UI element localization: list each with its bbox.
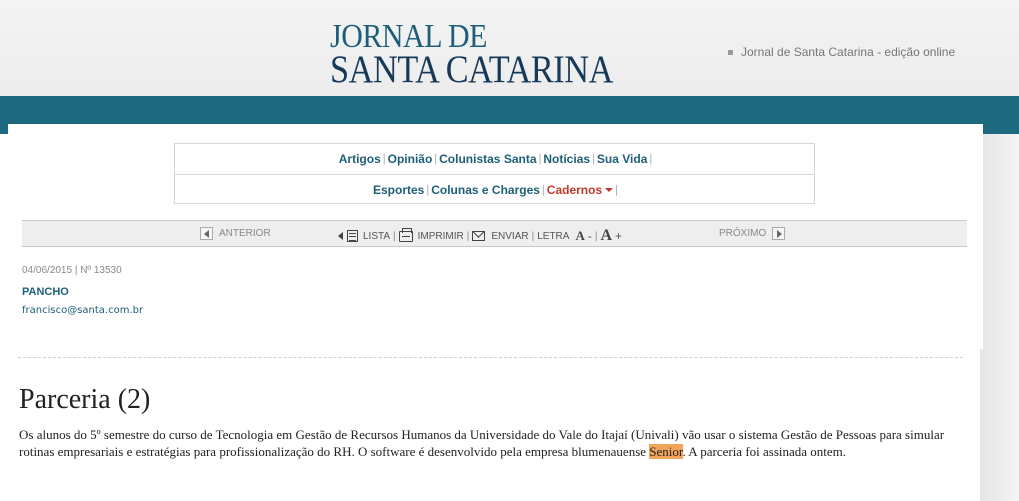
edition-link[interactable]: Jornal de Santa Catarina - edição online — [728, 45, 955, 59]
nav-sua-vida[interactable]: Sua Vida — [595, 152, 649, 166]
logo-line-2: SANTA CATARINA — [330, 48, 613, 91]
previous-button[interactable]: ANTERIOR — [200, 227, 271, 240]
nav-cadernos-dropdown[interactable]: Cadernos — [545, 183, 615, 197]
nav-artigos[interactable]: Artigos — [337, 152, 383, 166]
back-arrow-icon — [338, 232, 343, 240]
send-label: ENVIAR — [491, 230, 529, 242]
printer-icon — [398, 227, 413, 242]
nav-cadernos-label: Cadernos — [546, 182, 603, 197]
send-button[interactable]: ENVIAR — [472, 230, 529, 242]
article-title: Parceria (2) — [19, 384, 151, 415]
chevron-down-icon — [605, 188, 614, 193]
nav-row-1: Artigos | Opinião | Colunistas Santa | Notí… — [337, 152, 653, 166]
font-small-glyph: A — [575, 228, 585, 243]
decrease-font-button[interactable]: A - — [575, 228, 591, 244]
list-label: LISTA — [363, 230, 391, 242]
font-large-glyph: A — [600, 227, 613, 244]
list-button[interactable]: LISTA — [347, 230, 390, 242]
mail-icon — [472, 231, 486, 241]
font-plus-glyph: + — [615, 229, 623, 243]
masthead: JORNAL DE SANTA CATARINA Jornal de Santa… — [0, 0, 1019, 96]
arrow-right-icon — [772, 227, 786, 240]
font-size-label: LETRA — [537, 230, 570, 242]
next-label: PRÓXIMO — [719, 228, 767, 239]
nav-colunistas-santa[interactable]: Colunistas Santa — [437, 152, 538, 166]
article-toolbar: ANTERIOR LISTA | IMPRIMIR | ENVIAR | LET… — [22, 220, 967, 247]
arrow-left-icon — [200, 227, 213, 240]
edition-link-label: Jornal de Santa Catarina - edição online — [741, 45, 956, 59]
nav-colunas-e-charges[interactable]: Colunas e Charges — [429, 183, 542, 197]
search-highlight: Senior — [649, 444, 683, 459]
previous-label: ANTERIOR — [219, 228, 271, 239]
author-email[interactable]: francisco@santa.com.br — [22, 305, 143, 316]
bullet-icon — [728, 50, 733, 56]
font-minus-glyph: - — [587, 229, 592, 243]
list-icon — [347, 230, 358, 242]
content-panel-lower — [0, 349, 980, 501]
article-date-edition: 04/06/2015 | Nº 13530 — [22, 265, 122, 276]
nav-row-2: Esportes | Colunas e Charges | Cadernos | — [175, 174, 814, 204]
nav-noticias[interactable]: Notícias — [541, 152, 592, 166]
next-button[interactable]: PRÓXIMO — [719, 227, 786, 240]
article-body: Os alunos do 5º semestre do curso de Tec… — [19, 426, 969, 460]
section-nav: Artigos | Opinião | Colunistas Santa | Notí… — [174, 143, 815, 204]
author-name[interactable]: PANCHO — [22, 286, 69, 298]
nav-opiniao[interactable]: Opinião — [386, 152, 435, 166]
article-actions: LISTA | IMPRIMIR | ENVIAR | LETRA A - | … — [338, 227, 622, 245]
print-label: IMPRIMIR — [417, 230, 464, 242]
site-logo[interactable]: JORNAL DE SANTA CATARINA — [330, 20, 613, 91]
divider — [18, 357, 963, 358]
increase-font-button[interactable]: A + — [600, 227, 622, 245]
right-gutter — [980, 134, 1019, 501]
nav-esportes[interactable]: Esportes — [371, 183, 426, 197]
article-body-text-end: . A parceria foi assinada ontem. — [682, 444, 847, 459]
print-button[interactable]: IMPRIMIR — [398, 227, 464, 242]
